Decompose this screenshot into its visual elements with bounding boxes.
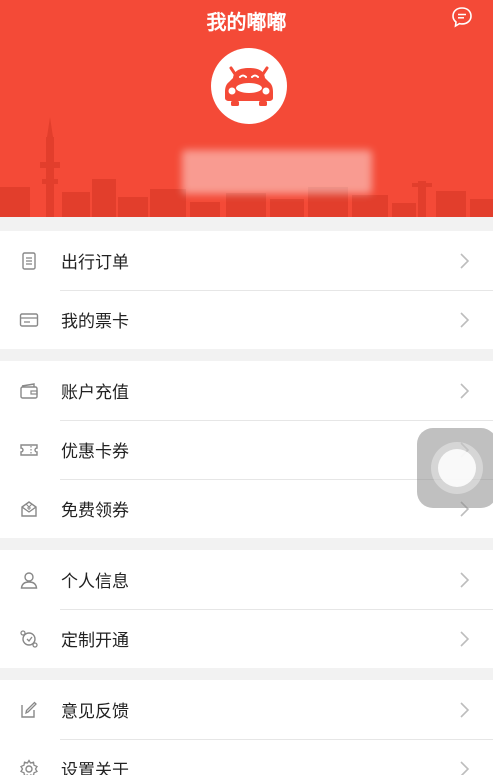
chevron-right-icon [457,701,471,719]
message-button[interactable] [451,6,473,28]
menu-group: 个人信息 定制开通 [0,550,493,668]
edit-feedback-icon [19,700,39,720]
menu-list: 出行订单我的票卡账户充值优惠卡券免费领券个人信息定制开通意见反馈设置关于 [0,231,493,775]
order-list-icon [19,251,39,271]
coupon-icon [19,440,39,460]
menu-item-label: 个人信息 [61,572,129,592]
person-icon [19,570,39,590]
menu-item[interactable]: 个人信息 [0,550,493,609]
menu-item[interactable]: 出行订单 [0,231,493,290]
menu-item-label: 出行订单 [61,253,129,273]
wallet-icon [19,381,39,401]
menu-item-label: 意见反馈 [61,702,129,722]
menu-item-label: 优惠卡券 [61,442,129,462]
menu-item[interactable]: 意见反馈 [0,680,493,739]
menu-item-label: 我的票卡 [61,312,129,332]
chat-bubble-icon [452,7,472,28]
menu-item-label: 账户充值 [61,383,129,403]
username-blurred [182,150,372,194]
page-title: 我的嘟嘟 [206,10,287,34]
ticket-card-icon [19,310,39,330]
profile-header: 我的嘟嘟 [0,0,493,217]
custom-route-icon [19,629,39,649]
assistive-touch-button[interactable] [417,428,493,508]
menu-item-label: 定制开通 [61,631,129,651]
gear-icon [19,758,39,775]
menu-group: 意见反馈 设置关于 [0,680,493,775]
chevron-right-icon [457,382,471,400]
chevron-right-icon [457,630,471,648]
car-mascot-icon [225,66,273,106]
menu-item[interactable]: 我的票卡 [0,290,493,349]
avatar[interactable] [211,48,287,124]
chevron-right-icon [457,760,471,775]
yen-envelope-icon [19,499,39,519]
menu-item-label: 免费领券 [61,501,129,521]
menu-group: 出行订单 我的票卡 [0,231,493,349]
chevron-right-icon [457,252,471,270]
chevron-right-icon [457,311,471,329]
menu-item-label: 设置关于 [61,761,129,775]
menu-item[interactable]: 账户充值 [0,361,493,420]
menu-item[interactable]: 定制开通 [0,609,493,668]
chevron-right-icon [457,571,471,589]
menu-item[interactable]: 设置关于 [0,739,493,775]
